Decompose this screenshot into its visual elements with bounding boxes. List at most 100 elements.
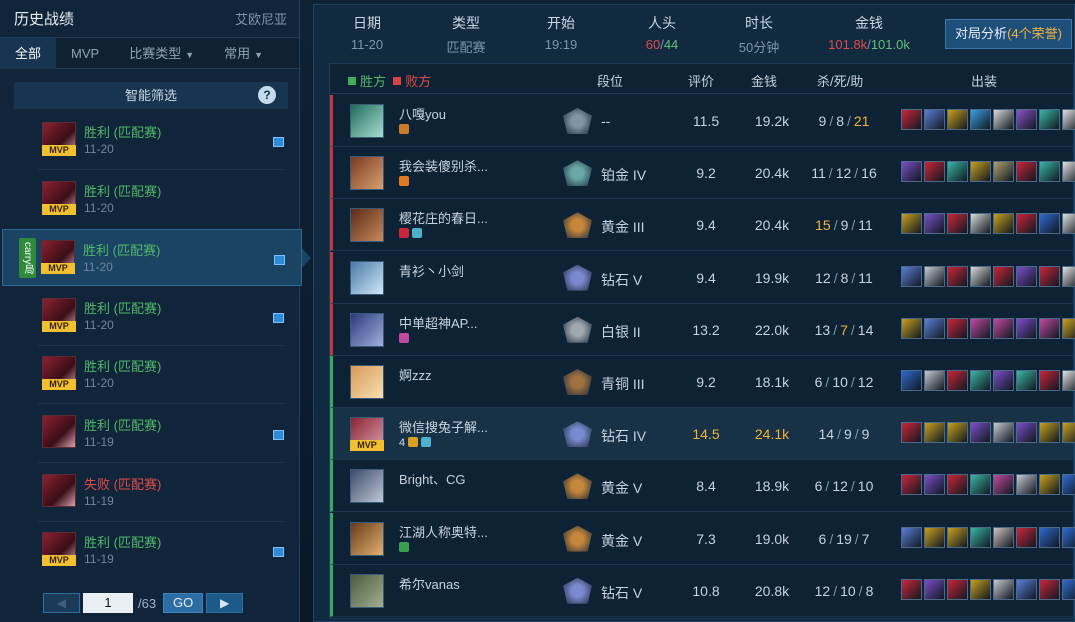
item-icon[interactable] [1039, 317, 1060, 339]
item-icon[interactable] [1062, 109, 1075, 130]
item-icon[interactable] [1062, 422, 1075, 444]
match-list-item[interactable]: MVP 胜利 (匹配赛) 11-20 [4, 171, 300, 228]
item-icon[interactable] [970, 109, 991, 130]
item-icon[interactable] [947, 474, 968, 496]
item-icon[interactable] [1016, 422, 1037, 444]
item-icon[interactable] [1062, 370, 1075, 391]
item-icon[interactable] [970, 317, 991, 339]
table-row[interactable]: Bright、CG 黄金 V 8.4 18.9k 6/12/10 [330, 460, 1075, 513]
table-row[interactable]: 我会装傻别杀... 铂金 IV 9.2 20.4k 11/12/16 [330, 147, 1075, 200]
item-icon[interactable] [901, 474, 922, 496]
match-list-item[interactable]: 失败 (匹配赛) 11-19 [4, 464, 300, 521]
item-icon[interactable] [901, 109, 922, 130]
item-icon[interactable] [924, 317, 945, 339]
item-icon[interactable] [924, 265, 945, 287]
item-icon[interactable] [970, 370, 991, 391]
go-button[interactable]: GO [163, 593, 204, 613]
tab-0[interactable]: 全部 [0, 38, 57, 69]
player-name[interactable]: 中单超神AP... [399, 313, 478, 332]
item-icon[interactable] [970, 474, 991, 496]
item-icon[interactable] [924, 422, 945, 444]
item-icon[interactable] [993, 526, 1014, 548]
table-row[interactable]: 婀zzz 青铜 III 9.2 18.1k 6/10/12 [330, 356, 1075, 408]
item-icon[interactable] [1062, 317, 1075, 339]
match-list-item[interactable]: MVP 胜利 (匹配赛) 11-20 [4, 346, 300, 403]
table-row[interactable]: 八嘎you -- 11.5 19.2k 9/8/21 [330, 95, 1075, 147]
item-icon[interactable] [947, 213, 968, 235]
item-icon[interactable] [1016, 213, 1037, 235]
item-icon[interactable] [993, 161, 1014, 183]
item-icon[interactable] [1062, 161, 1075, 183]
item-icon[interactable] [947, 422, 968, 444]
item-icon[interactable] [1039, 526, 1060, 548]
item-icon[interactable] [1039, 265, 1060, 287]
item-icon[interactable] [901, 213, 922, 235]
item-icon[interactable] [993, 213, 1014, 235]
item-icon[interactable] [993, 370, 1014, 391]
player-name[interactable]: 微信搜兔子解... [399, 417, 488, 436]
table-row[interactable]: 青衫丶小剑 钻石 V 9.4 19.9k 12/8/11 [330, 251, 1075, 304]
item-icon[interactable] [901, 370, 922, 391]
screenshot-icon[interactable] [273, 430, 284, 440]
screenshot-icon[interactable] [273, 137, 284, 147]
item-icon[interactable] [993, 265, 1014, 287]
player-name[interactable]: 青衫丶小剑 [399, 261, 464, 280]
screenshot-icon[interactable] [273, 547, 284, 558]
item-icon[interactable] [1016, 578, 1037, 600]
item-icon[interactable] [993, 578, 1014, 600]
match-list-item[interactable]: MVP 胜利 (匹配赛) 11-20 [4, 288, 300, 345]
page-input[interactable]: 1 [83, 593, 133, 613]
item-icon[interactable] [1016, 161, 1037, 183]
item-icon[interactable] [1016, 474, 1037, 496]
item-icon[interactable] [993, 317, 1014, 339]
item-icon[interactable] [993, 422, 1014, 444]
item-icon[interactable] [1039, 422, 1060, 444]
player-name[interactable]: 樱花庄的春日... [399, 208, 488, 227]
match-analysis-button[interactable]: 对局分析(4个荣誉) [945, 19, 1072, 49]
item-icon[interactable] [924, 109, 945, 130]
table-row[interactable]: 江湖人称奥特... 黄金 V 7.3 19.0k 6/19/7 [330, 512, 1075, 565]
item-icon[interactable] [970, 213, 991, 235]
item-icon[interactable] [947, 161, 968, 183]
item-icon[interactable] [1039, 474, 1060, 496]
table-row[interactable]: 中单超神AP... 白银 II 13.2 22.0k 13/7/14 [330, 303, 1075, 356]
item-icon[interactable] [1039, 109, 1060, 130]
item-icon[interactable] [970, 161, 991, 183]
item-icon[interactable] [993, 474, 1014, 496]
screenshot-icon[interactable] [273, 312, 284, 323]
player-name[interactable]: 希尔vanas [399, 574, 460, 593]
item-icon[interactable] [1039, 370, 1060, 391]
screenshot-icon[interactable] [274, 255, 285, 266]
table-row[interactable]: 樱花庄的春日... 黄金 III 9.4 20.4k 15/9/11 [330, 199, 1075, 252]
item-icon[interactable] [1062, 578, 1075, 600]
item-icon[interactable] [1016, 265, 1037, 287]
item-icon[interactable] [924, 161, 945, 183]
item-icon[interactable] [1039, 161, 1060, 183]
item-icon[interactable] [970, 422, 991, 444]
item-icon[interactable] [947, 317, 968, 339]
match-list-item[interactable]: MVP 胜利 (匹配赛) 11-20 [4, 112, 300, 169]
tab-1[interactable]: MVP [56, 38, 114, 69]
match-list-item[interactable]: MVP 胜利 (匹配赛) 11-19 [4, 522, 300, 579]
item-icon[interactable] [924, 526, 945, 548]
item-icon[interactable] [901, 265, 922, 287]
item-icon[interactable] [1016, 370, 1037, 391]
item-icon[interactable] [947, 370, 968, 391]
item-icon[interactable] [1039, 213, 1060, 235]
item-icon[interactable] [901, 578, 922, 600]
item-icon[interactable] [1016, 109, 1037, 130]
player-name[interactable]: 我会装傻别杀... [399, 156, 488, 175]
item-icon[interactable] [970, 265, 991, 287]
table-row[interactable]: MVP 微信搜兔子解... 4 钻石 IV 14.5 24.1k 14/9/9 [330, 408, 1075, 461]
item-icon[interactable] [924, 370, 945, 391]
help-icon[interactable]: ? [258, 86, 276, 104]
table-row[interactable]: 希尔vanas 钻石 V 10.8 20.8k 12/10/8 [330, 564, 1075, 617]
item-icon[interactable] [1062, 265, 1075, 287]
item-icon[interactable] [947, 578, 968, 600]
player-name[interactable]: 江湖人称奥特... [399, 522, 488, 541]
item-icon[interactable] [901, 422, 922, 444]
item-icon[interactable] [1016, 317, 1037, 339]
item-icon[interactable] [924, 474, 945, 496]
item-icon[interactable] [901, 526, 922, 548]
server-name[interactable]: 艾欧尼亚 [235, 9, 287, 28]
